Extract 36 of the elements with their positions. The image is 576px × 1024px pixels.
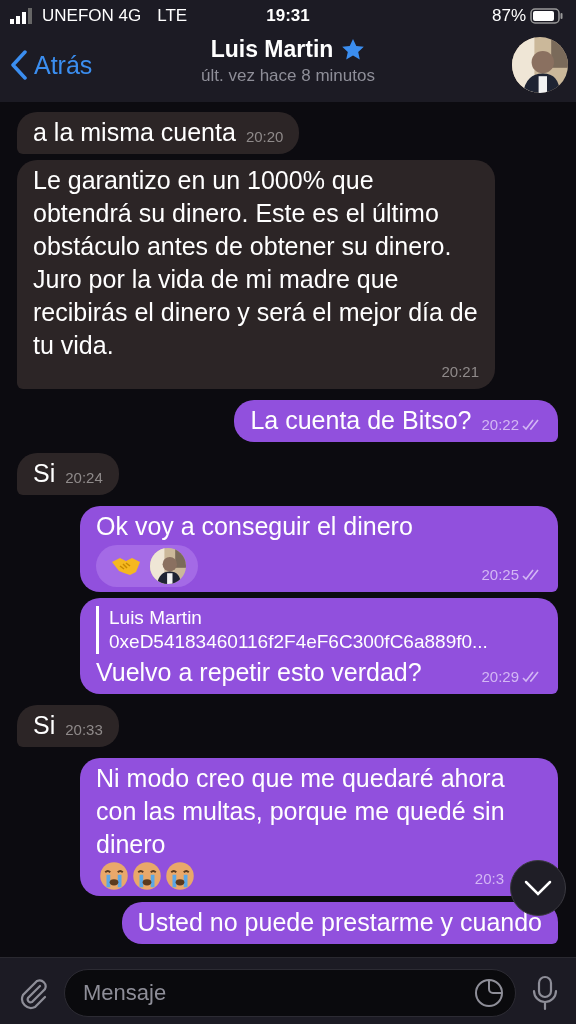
reply-sender: Luis Martin (109, 606, 203, 630)
message-time: 20:21 (441, 362, 479, 382)
chevron-down-icon (524, 880, 552, 896)
message-input[interactable]: Mensaje (64, 968, 516, 1017)
message-time: 20:3 (474, 869, 504, 889)
reaction-chip[interactable] (96, 545, 198, 587)
crying-face-icon (165, 861, 195, 891)
reply-text: 0xeD54183460116f2F4eF6C300fC6a889f0... (109, 630, 489, 654)
message-text: Usted no puede prestarme y cuando (137, 907, 542, 938)
message-time: 20:29 (481, 667, 519, 687)
contact-name: Luis Martin (210, 36, 334, 63)
crying-face-icon (132, 861, 162, 891)
message-time: 20:25 (481, 565, 519, 585)
sticker-icon[interactable] (474, 977, 504, 1008)
battery-icon (530, 8, 564, 24)
message-text: Si (33, 458, 56, 489)
message-time: 20:22 (481, 415, 519, 435)
message-time: 20:33 (65, 720, 103, 740)
clock-time: 19:31 (266, 6, 310, 25)
message-text: Si (33, 710, 56, 741)
message-text: Ni modo creo que me quedaré ahora con las multas, porque me quedé sin dinero (96, 763, 506, 860)
last-seen-status: últ. vez hace 8 minutos (201, 66, 375, 86)
message-text: Vuelvo a repetir esto verdad? (96, 657, 422, 688)
message-text: Ok voy a conseguir el dinero (96, 511, 414, 542)
chevron-left-icon (10, 50, 28, 80)
message-text: a la misma cuenta (33, 117, 236, 148)
crying-face-icon (99, 861, 129, 891)
message-text: Le garantizo en un 1000% que obtendrá su dinero. Este es el último obstáculo antes de obtener su dinero. Juro por la vida de mi madre que recibirás el dinero y será el mejor día de tu vida. (33, 165, 479, 361)
battery-percent: 87% (491, 6, 526, 26)
network-type: LTE (157, 6, 188, 26)
carrier-name: UNEFON 4G (42, 6, 142, 26)
back-button[interactable]: Atrás (10, 50, 93, 80)
message-text: La cuenta de Bitso? (250, 405, 472, 436)
message-time: 20:24 (65, 468, 103, 488)
microphone-icon[interactable] (530, 974, 560, 1011)
message-time: 20:20 (245, 127, 284, 147)
